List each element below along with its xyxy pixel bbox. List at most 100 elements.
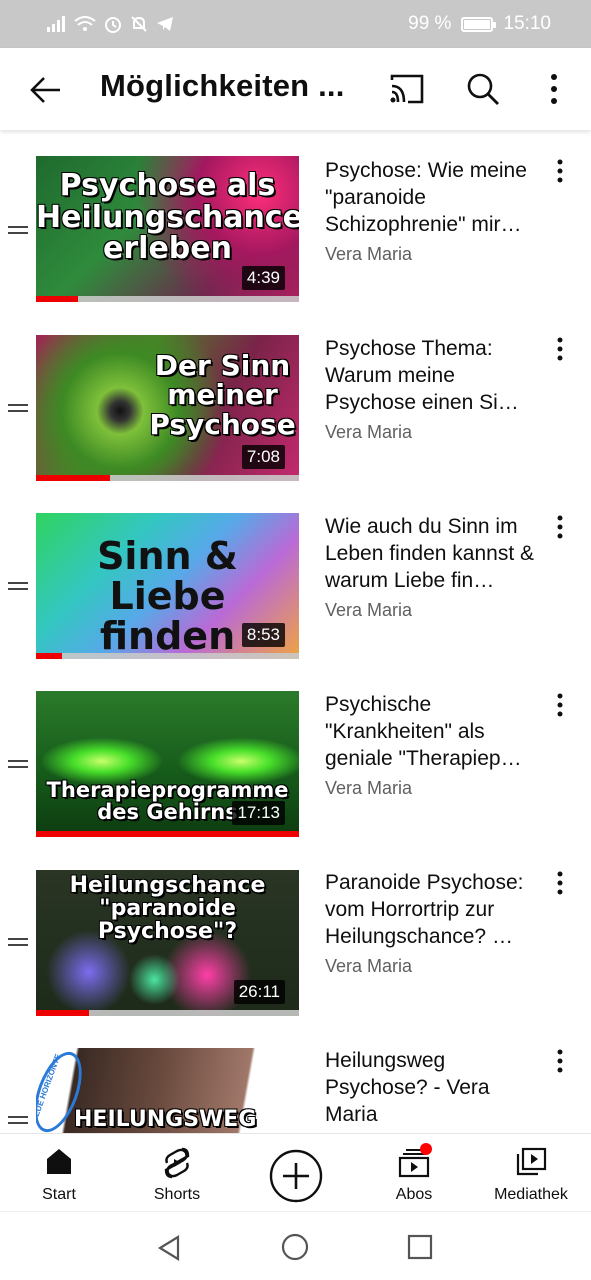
home-circle-icon[interactable] <box>281 1233 309 1261</box>
drag-handle-icon[interactable] <box>8 404 28 412</box>
more-vert-icon <box>551 74 557 104</box>
nav-mediathek[interactable]: Mediathek <box>486 1134 576 1212</box>
video-title: Psychose Thema: Warum meine Psychose ein… <box>325 337 519 414</box>
duration-badge: 4:39 <box>241 266 285 290</box>
more-vert-icon <box>557 1049 563 1073</box>
list-item[interactable]: Heilungschance "paranoide Psychose"? 26:… <box>0 842 591 1020</box>
duration-badge: 8:53 <box>241 623 285 647</box>
library-icon <box>516 1147 547 1176</box>
thumbnail-text: Heilungschance "paranoide Psychose"? <box>69 873 266 945</box>
system-navigation-bar <box>0 1211 591 1280</box>
status-bar: 99 % 15:10 <box>0 0 591 48</box>
video-thumbnail[interactable]: Der Sinn meiner Psychose 7:08 <box>36 335 299 481</box>
watch-progress-fill <box>36 296 79 302</box>
video-thumbnail[interactable]: Heilungschance "paranoide Psychose"? 26:… <box>36 870 299 1016</box>
playlist-video-list: Psychose als Heilungschance erleben 4:39… <box>0 130 591 1133</box>
video-meta[interactable]: Psychische "Krankheiten" als geniale "Th… <box>325 691 540 799</box>
search-button[interactable] <box>466 72 504 110</box>
list-item[interactable]: Der Sinn meiner Psychose 7:08 Psychose T… <box>0 308 591 486</box>
status-icons-left <box>46 15 174 33</box>
item-more-button[interactable] <box>548 692 572 722</box>
watch-progress-bar <box>36 653 299 659</box>
channel-name: Vera Maria <box>325 778 413 798</box>
watch-progress-fill <box>36 1010 89 1016</box>
app-bar: Möglichkeiten ... <box>0 48 591 130</box>
watch-progress-fill <box>36 653 63 659</box>
home-icon <box>47 1149 71 1174</box>
more-vert-icon <box>557 871 563 895</box>
nav-abos[interactable]: Abos <box>373 1134 455 1212</box>
channel-name: Vera Maria <box>325 422 413 442</box>
item-more-button[interactable] <box>548 336 572 366</box>
item-more-button[interactable] <box>548 158 572 188</box>
more-vert-icon <box>557 159 563 183</box>
nav-label-start: Start <box>42 1186 76 1203</box>
video-meta[interactable]: Psychose Thema: Warum meine Psychose ein… <box>325 335 540 443</box>
cast-button[interactable] <box>388 72 426 108</box>
thumbnail-text: HEILUNGSWEG <box>74 1107 257 1132</box>
bottom-navigation: Start Shorts Abos Mediathek <box>0 1133 591 1211</box>
watch-progress-fill <box>36 475 110 481</box>
telegram-icon <box>157 17 173 31</box>
video-meta[interactable]: Paranoide Psychose: vom Horrortrip zur H… <box>325 869 540 977</box>
drag-handle-icon[interactable] <box>8 1116 28 1124</box>
signal-icon <box>47 16 65 32</box>
notification-dot <box>420 1143 432 1155</box>
nav-label-abos: Abos <box>395 1186 433 1203</box>
list-item[interactable]: Psychose als Heilungschance erleben 4:39… <box>0 130 591 308</box>
status-icons-right: 99 % 15:10 <box>408 13 551 35</box>
item-more-button[interactable] <box>548 1048 572 1078</box>
video-title: Psychische "Krankheiten" als geniale "Th… <box>325 693 522 770</box>
drag-handle-icon[interactable] <box>8 938 28 946</box>
video-thumbnail[interactable]: Sinn & Liebe finden 8:53 <box>36 513 299 659</box>
arrow-left-icon <box>30 77 60 103</box>
list-item[interactable]: Therapieprogramme des Gehirns 17:13 Psyc… <box>0 664 591 842</box>
duration-badge: 26:11 <box>233 980 285 1004</box>
drag-handle-icon[interactable] <box>8 760 28 768</box>
drag-handle-icon[interactable] <box>8 226 28 234</box>
video-thumbnail[interactable]: Therapieprogramme des Gehirns 17:13 <box>36 691 299 837</box>
video-thumbnail[interactable]: NEUE HORIZONTE HEILUNGSWEG <box>36 1048 299 1133</box>
page-title: Möglichkeiten ... <box>100 68 345 103</box>
nav-label-shorts: Shorts <box>153 1186 201 1203</box>
more-vert-icon <box>557 693 563 717</box>
watch-progress-fill <box>36 831 299 837</box>
video-meta[interactable]: Psychose: Wie meine "paranoide Schizophr… <box>325 157 540 265</box>
duration-badge: 7:08 <box>241 445 285 469</box>
thumbnail-text: Psychose als Heilungschance erleben <box>36 168 299 266</box>
clock: 15:10 <box>503 13 551 34</box>
search-icon <box>467 73 499 105</box>
channel-name: Vera Maria <box>325 244 413 264</box>
watch-progress-bar <box>36 475 299 481</box>
item-more-button[interactable] <box>548 870 572 900</box>
nav-label-mediathek: Mediathek <box>494 1186 568 1203</box>
more-vert-icon <box>557 337 563 361</box>
recents-square-icon[interactable] <box>407 1234 433 1260</box>
back-triangle-icon[interactable] <box>156 1234 182 1262</box>
nav-shorts[interactable]: Shorts <box>136 1134 218 1212</box>
battery-icon <box>461 16 497 32</box>
drag-handle-icon[interactable] <box>8 582 28 590</box>
mute-bell-icon <box>131 16 147 32</box>
video-thumbnail[interactable]: Psychose als Heilungschance erleben 4:39 <box>36 156 299 302</box>
wifi-icon <box>74 16 96 31</box>
watch-progress-bar <box>36 296 299 302</box>
watch-progress-bar <box>36 1010 299 1016</box>
item-more-button[interactable] <box>548 514 572 544</box>
alarm-icon <box>105 17 121 33</box>
create-button[interactable] <box>266 1134 326 1212</box>
more-options-button[interactable] <box>540 72 568 110</box>
more-vert-icon <box>557 515 563 539</box>
video-title: Psychose: Wie meine "paranoide Schizophr… <box>325 159 527 236</box>
channel-name: Vera Maria <box>325 600 413 620</box>
battery-percent: 99 % <box>408 13 452 34</box>
back-button[interactable] <box>28 72 64 108</box>
list-item[interactable]: NEUE HORIZONTE HEILUNGSWEG Heilungsweg P… <box>0 1020 591 1133</box>
video-meta[interactable]: Wie auch du Sinn im Leben finden kannst … <box>325 513 540 621</box>
list-item[interactable]: Sinn & Liebe finden 8:53 Wie auch du Sin… <box>0 486 591 664</box>
video-meta[interactable]: Heilungsweg Psychose? - Vera Maria <box>325 1047 540 1128</box>
duration-badge: 17:13 <box>232 801 285 825</box>
watch-progress-bar <box>36 831 299 837</box>
nav-start[interactable]: Start <box>18 1134 100 1212</box>
video-title: Wie auch du Sinn im Leben finden kannst … <box>325 515 534 592</box>
